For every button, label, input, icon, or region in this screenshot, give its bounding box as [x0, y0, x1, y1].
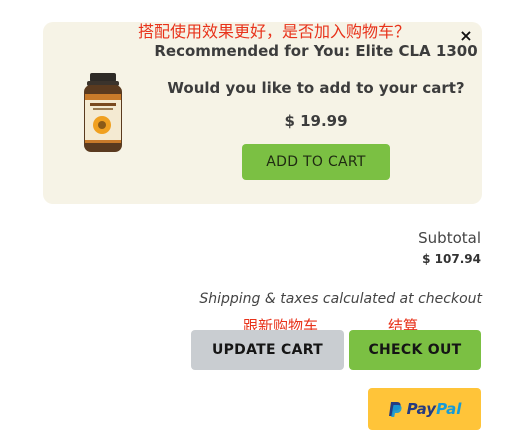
- paypal-button[interactable]: PayPal: [368, 388, 481, 430]
- recommendation-question: Would you like to add to your cart?: [167, 79, 465, 97]
- checkout-button[interactable]: CHECK OUT: [349, 330, 481, 370]
- paypal-logo: PayPal: [388, 400, 462, 418]
- add-to-cart-button[interactable]: ADD TO CART: [242, 144, 390, 180]
- recommendation-price: $ 19.99: [284, 112, 348, 130]
- paypal-pay-text: Pay: [406, 400, 437, 418]
- shipping-note: Shipping & taxes calculated at checkout: [199, 291, 482, 307]
- paypal-logo-icon: [388, 401, 402, 417]
- paypal-pal-text: Pal: [436, 400, 462, 418]
- subtotal-value: $ 107.94: [422, 252, 481, 266]
- supplement-bottle-icon: [84, 73, 122, 152]
- update-cart-button[interactable]: UPDATE CART: [191, 330, 344, 370]
- annotation-recommend-note: 搭配使用效果更好，是否加入购物车？: [138, 22, 411, 41]
- subtotal-label: Subtotal: [418, 229, 481, 247]
- recommendation-title: Recommended for You: Elite CLA 1300: [154, 42, 478, 60]
